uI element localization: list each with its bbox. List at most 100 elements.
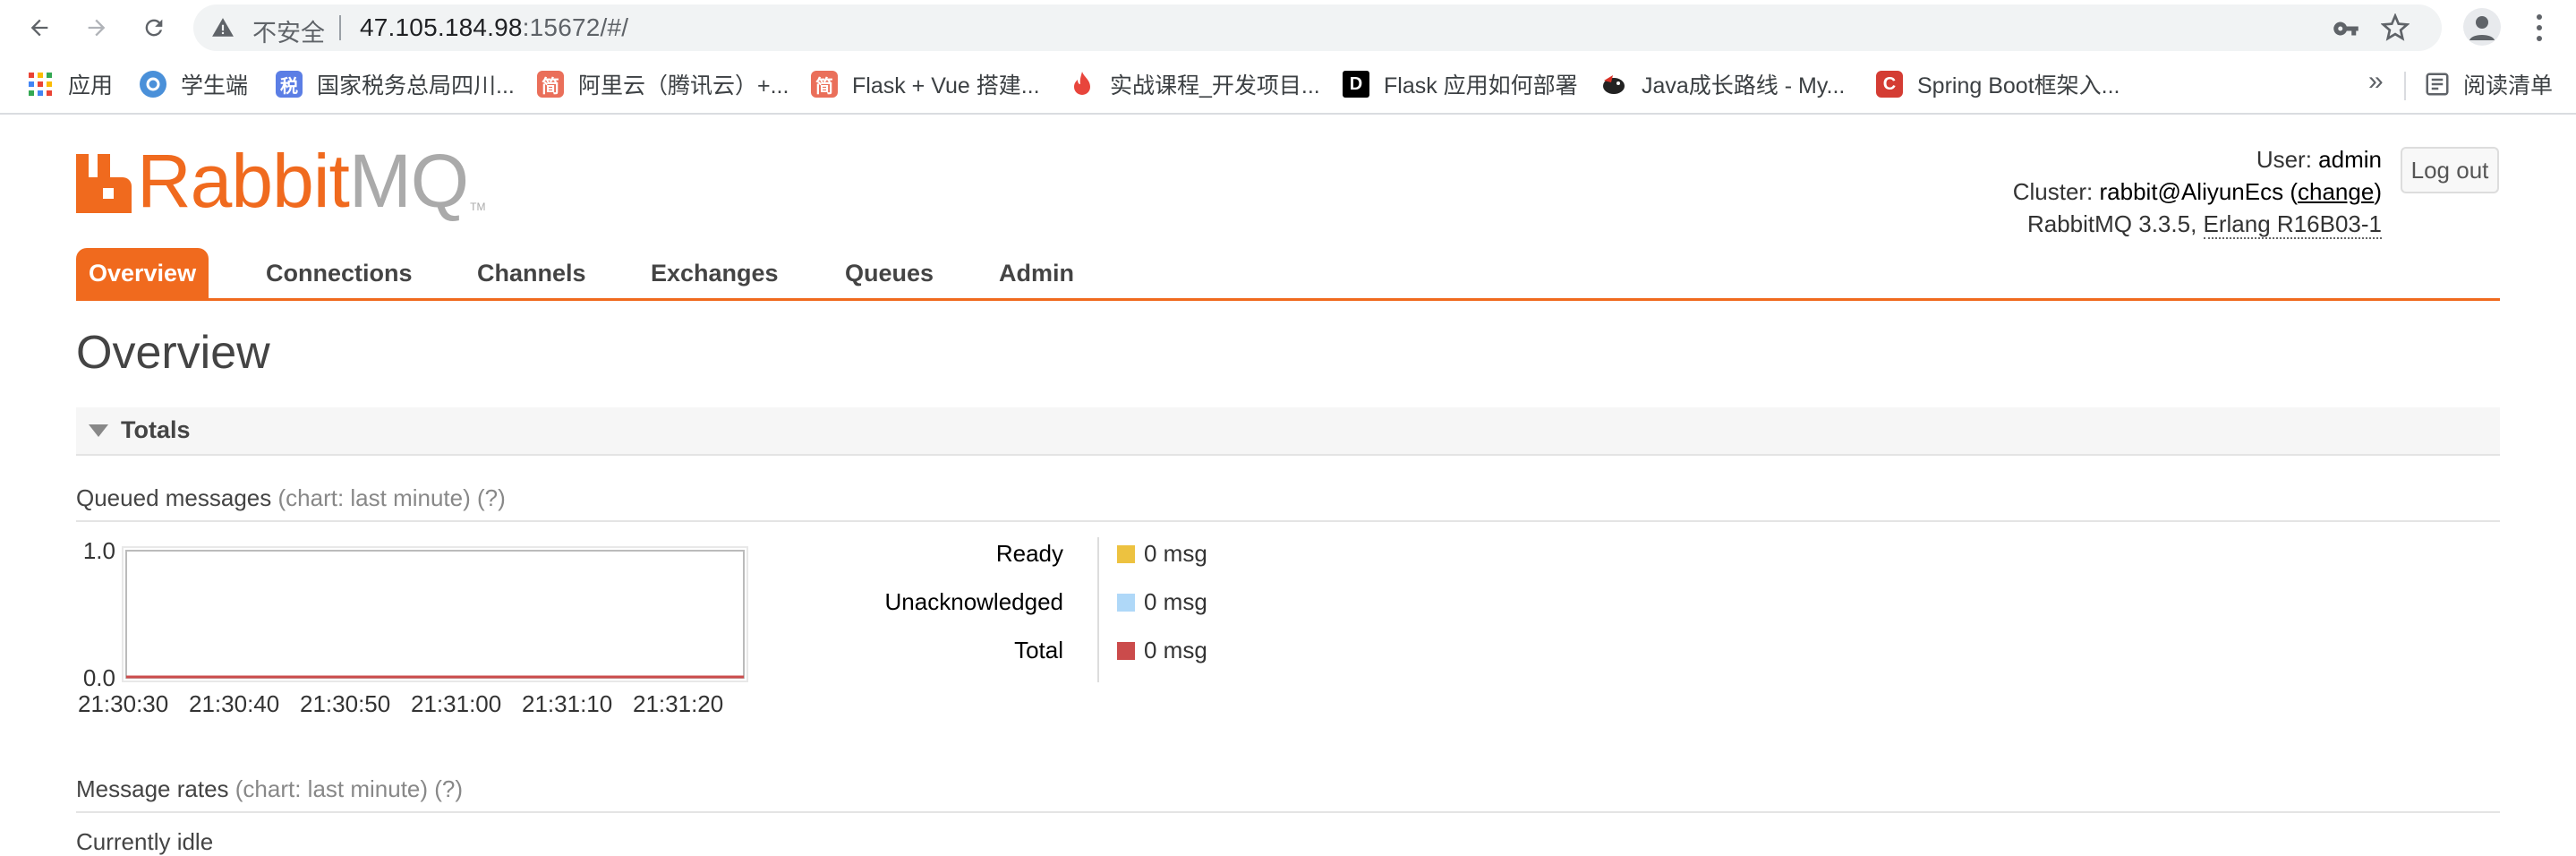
y-tick-label: 0.0: [83, 664, 115, 691]
bookmark-java[interactable]: Java成长路线 - My...: [1600, 68, 1845, 100]
stat-value: 0 msg: [1117, 637, 1207, 664]
bookmark-label: 实战课程_开发项目...: [1110, 73, 1320, 98]
rates-chart-hint[interactable]: (chart: last minute) (?): [235, 775, 463, 802]
address-divider: [339, 15, 341, 40]
browser-menu-button[interactable]: [2526, 9, 2553, 47]
tab-channels[interactable]: Channels: [465, 248, 599, 298]
stat-total: Total 0 msg: [895, 637, 1253, 685]
cluster-name: rabbit@AliyunEcs: [2099, 178, 2284, 205]
reading-list-icon: [2426, 73, 2449, 96]
stat-label: Unacknowledged: [884, 588, 1063, 615]
jianshu-icon: 简: [811, 71, 838, 98]
rabbitmq-version: RabbitMQ 3.3.5,: [2026, 210, 2197, 237]
bookmark-flask-deploy[interactable]: D Flask 应用如何部署: [1343, 68, 1578, 100]
x-tick-label: 21:31:20: [633, 690, 723, 717]
bookmarks-divider: [2404, 72, 2406, 100]
url-host: 47.105.184.98: [360, 13, 523, 41]
change-cluster-link[interactable]: change: [2298, 178, 2374, 205]
chart-plot-area: [125, 550, 745, 679]
version-line: RabbitMQ 3.3.5, Erlang R16B03-1: [2013, 208, 2382, 240]
bookmarks-bar: 应用 学生端 税 国家税务总局四川... 简 阿里云（腾讯云）+... 简 Fl…: [0, 56, 2576, 115]
stat-value: 0 msg: [1117, 588, 1207, 616]
url-text: 47.105.184.98:15672/#/: [360, 13, 628, 42]
bookmark-spring-boot[interactable]: C Spring Boot框架入...: [1876, 68, 2120, 100]
csdn-icon: C: [1876, 71, 1903, 98]
bookmark-label: Spring Boot框架入...: [1917, 73, 2120, 98]
bird-icon: [1600, 71, 1627, 98]
ready-swatch: [1117, 544, 1135, 563]
username: admin: [2318, 146, 2382, 173]
bookmark-flask-vue[interactable]: 简 Flask + Vue 搭建...: [811, 68, 1040, 100]
total-swatch: [1117, 641, 1135, 660]
dct-logo-icon: D: [1343, 71, 1369, 98]
forward-button[interactable]: [77, 9, 116, 47]
totals-section-toggle[interactable]: Totals: [76, 407, 2500, 456]
collapse-triangle-icon: [89, 424, 108, 437]
stat-ready: Ready 0 msg: [895, 540, 1253, 588]
jianshu-icon: 简: [537, 71, 564, 98]
stat-label: Ready: [995, 540, 1063, 567]
url-path: :15672/#/: [522, 13, 629, 41]
back-button[interactable]: [20, 9, 59, 47]
address-bar[interactable]: 不安全 47.105.184.98:15672/#/: [193, 4, 2442, 51]
message-rates-heading: Message rates (chart: last minute) (?): [76, 775, 2500, 813]
user-info: User: admin Cluster: rabbit@AliyunEcs (c…: [2013, 143, 2382, 240]
queued-chart-hint[interactable]: (chart: last minute) (?): [277, 484, 505, 511]
stat-unacknowledged: Unacknowledged 0 msg: [885, 588, 1253, 637]
main-tabs: Overview Connections Channels Exchanges …: [76, 248, 2500, 301]
tab-connections[interactable]: Connections: [253, 248, 425, 298]
erlang-version: Erlang R16B03-1: [2203, 210, 2382, 239]
tab-queues[interactable]: Queues: [832, 248, 946, 298]
reload-icon: [145, 19, 163, 37]
tax-bureau-icon: 税: [276, 71, 303, 98]
warning-icon: [212, 18, 234, 37]
flame-icon: [1069, 71, 1096, 98]
bookmark-label: 国家税务总局四川...: [317, 73, 515, 98]
tab-admin[interactable]: Admin: [986, 248, 1087, 298]
bookmark-tax-bureau[interactable]: 税 国家税务总局四川...: [276, 68, 515, 100]
reading-list-label: 阅读清单: [2463, 73, 2554, 98]
queued-messages-chart: 1.0 0.0 21:30:30 21:30:40 21:30:50 21:31:00 2…: [76, 537, 756, 721]
apps-grid-icon: [27, 71, 54, 98]
bookmark-label: 学生端: [181, 73, 249, 98]
bookmarks-overflow-button[interactable]: »: [2368, 66, 2384, 97]
x-tick-label: 21:31:00: [411, 690, 501, 717]
stat-label: Total: [1014, 637, 1063, 663]
tab-exchanges[interactable]: Exchanges: [638, 248, 791, 298]
not-secure-label: 不安全: [252, 20, 325, 47]
bookmark-aliyun[interactable]: 简 阿里云（腾讯云）+...: [537, 68, 789, 100]
reload-button[interactable]: [134, 9, 174, 47]
tab-overview[interactable]: Overview: [76, 248, 209, 298]
totals-heading: Totals: [121, 416, 191, 443]
bookmark-label: Java成长路线 - My...: [1642, 73, 1846, 98]
student-app-icon: [140, 71, 166, 98]
browser-toolbar: 不安全 47.105.184.98:15672/#/: [0, 0, 2576, 56]
queued-messages-heading: Queued messages (chart: last minute) (?): [76, 484, 2500, 522]
bookmark-label: 阿里云（腾讯云）+...: [578, 73, 789, 98]
bookmark-label: 应用: [68, 73, 114, 98]
person-icon: [2469, 16, 2495, 40]
bookmark-star-icon[interactable]: [2381, 13, 2410, 42]
bookmark-label: Flask + Vue 搭建...: [852, 73, 1040, 98]
bookmark-apps[interactable]: 应用: [27, 68, 113, 100]
logout-button[interactable]: Log out: [2401, 147, 2499, 193]
cluster-line: Cluster: rabbit@AliyunEcs (change): [2012, 178, 2382, 205]
trademark: TM: [470, 201, 486, 213]
key-icon[interactable]: [2333, 15, 2359, 42]
message-rates-status: Currently idle: [76, 828, 214, 855]
profile-avatar[interactable]: [2463, 8, 2501, 46]
reading-list-button[interactable]: 阅读清单: [2424, 68, 2553, 100]
unacknowledged-swatch: [1117, 593, 1135, 612]
arrow-left-icon: [30, 19, 48, 37]
bookmark-course[interactable]: 实战课程_开发项目...: [1069, 68, 1320, 100]
stat-value: 0 msg: [1117, 540, 1207, 568]
bookmark-student[interactable]: 学生端: [140, 68, 248, 100]
user-line: User: admin: [2256, 146, 2382, 173]
rabbitmq-wordmark: RabbitMQ: [137, 139, 469, 223]
page-title: Overview: [76, 327, 270, 379]
rabbitmq-logo[interactable]: RabbitMQ TM: [76, 143, 485, 218]
x-tick-label: 21:30:30: [78, 690, 168, 717]
x-tick-label: 21:30:40: [189, 690, 279, 717]
x-tick-label: 21:30:50: [300, 690, 390, 717]
rabbitmq-logo-mark: [76, 154, 132, 213]
